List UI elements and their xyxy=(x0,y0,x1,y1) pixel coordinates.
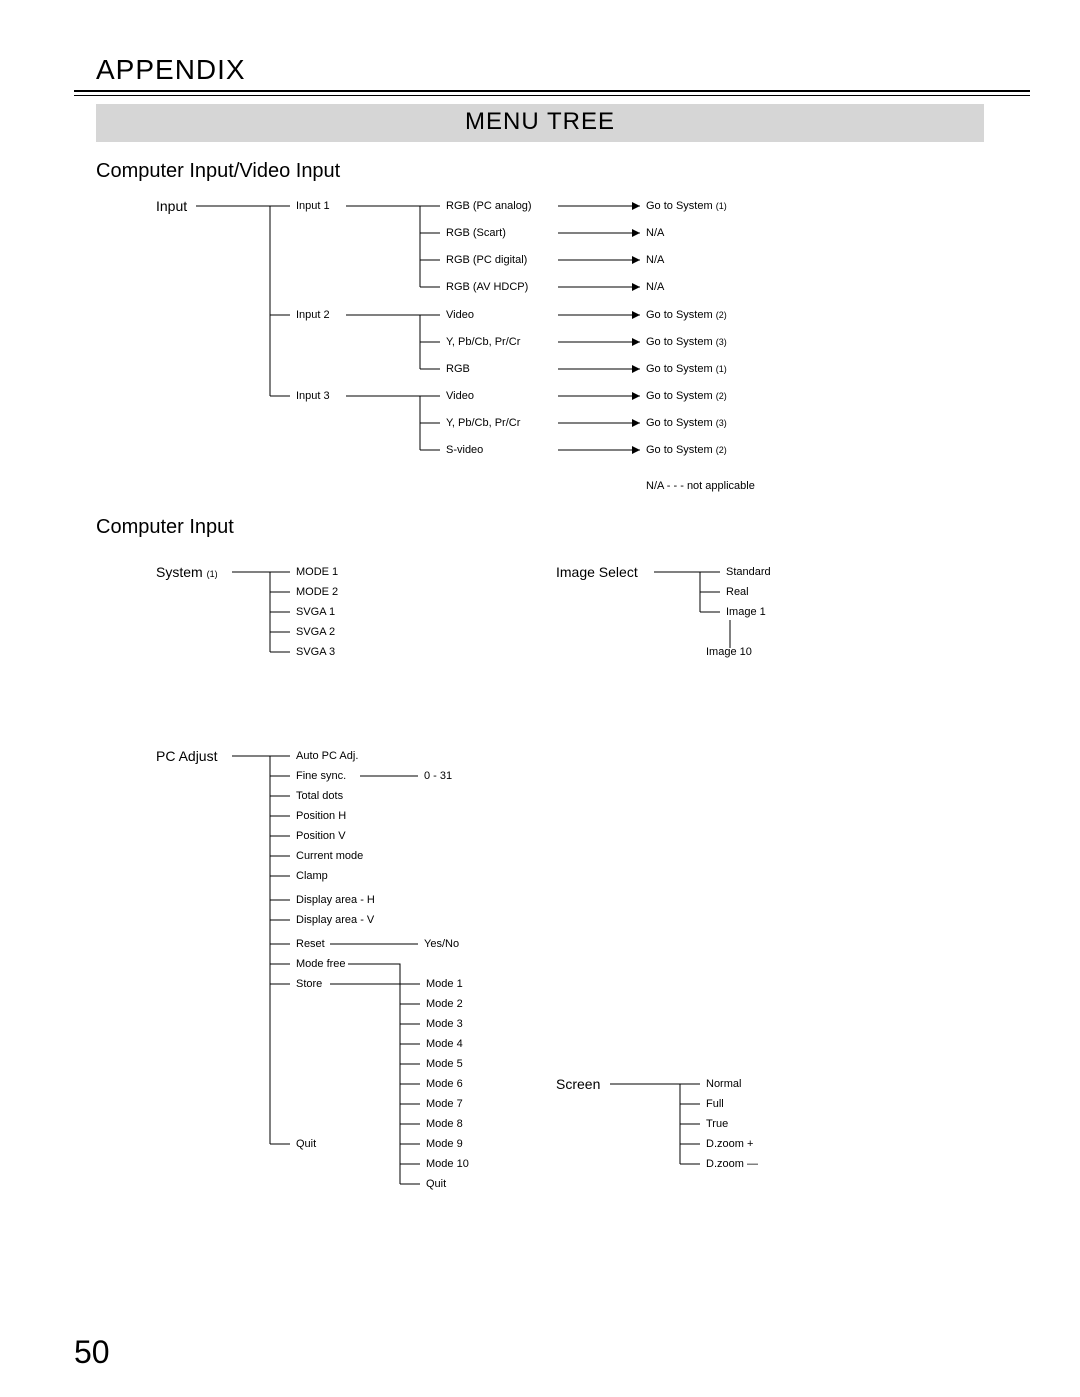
pcadj-store: Store xyxy=(296,978,322,990)
pcadj-clamp: Clamp xyxy=(296,870,328,882)
pcadj-modefree: Mode free xyxy=(296,958,346,970)
input1-rgb-scart: RGB (Scart) xyxy=(446,227,506,239)
store-quit: Quit xyxy=(426,1178,446,1190)
system-svga1: SVGA 1 xyxy=(296,606,335,618)
imgsel-image1: Image 1 xyxy=(726,606,766,618)
pcadj-reset: Reset xyxy=(296,938,325,950)
input2-r-b: Go to System (3) xyxy=(646,336,727,348)
input-root: Input xyxy=(156,198,187,214)
input-1: Input 1 xyxy=(296,200,330,212)
pcadj-finesync-val: 0 - 31 xyxy=(424,770,452,782)
system-svga3: SVGA 3 xyxy=(296,646,335,658)
pcadj-posh: Position H xyxy=(296,810,346,822)
screen-true: True xyxy=(706,1118,728,1130)
input3-ypbcb: Y, Pb/Cb, Pr/Cr xyxy=(446,417,520,429)
input1-rgb-av-hdcp: RGB (AV HDCP) xyxy=(446,281,528,293)
pcadj-quit-outer: Quit xyxy=(296,1138,316,1150)
na-note: N/A - - - not applicable xyxy=(646,480,755,492)
input1-rgb-pc-digital: RGB (PC digital) xyxy=(446,254,527,266)
pcadj-reset-val: Yes/No xyxy=(424,938,459,950)
input3-r-c: Go to System (2) xyxy=(646,444,727,456)
system-mode1: MODE 1 xyxy=(296,566,338,578)
input1-r-d: N/A xyxy=(646,281,664,293)
store-mode1: Mode 1 xyxy=(426,978,463,990)
pcadj-dah: Display area - H xyxy=(296,894,375,906)
imgsel-real: Real xyxy=(726,586,749,598)
input-2: Input 2 xyxy=(296,309,330,321)
system-root: System (1) xyxy=(156,564,218,580)
store-mode7: Mode 7 xyxy=(426,1098,463,1110)
screen-root: Screen xyxy=(556,1076,600,1092)
input3-r-a: Go to System (2) xyxy=(646,390,727,402)
pcadj-dav: Display area - V xyxy=(296,914,374,926)
page: APPENDIX MENU TREE Computer Input/Video … xyxy=(0,0,1080,1397)
pc-adjust-root: PC Adjust xyxy=(156,748,217,764)
store-mode4: Mode 4 xyxy=(426,1038,463,1050)
input1-rgb-pc-analog: RGB (PC analog) xyxy=(446,200,532,212)
input1-r-a: Go to System (1) xyxy=(646,200,727,212)
pcadj-curmode: Current mode xyxy=(296,850,363,862)
pcadj-posv: Position V xyxy=(296,830,346,842)
input3-r-b: Go to System (3) xyxy=(646,417,727,429)
store-mode2: Mode 2 xyxy=(426,998,463,1010)
store-mode6: Mode 6 xyxy=(426,1078,463,1090)
input2-ypbcb: Y, Pb/Cb, Pr/Cr xyxy=(446,336,520,348)
screen-dzoom-plus: D.zoom + xyxy=(706,1138,753,1150)
store-mode8: Mode 8 xyxy=(426,1118,463,1130)
system-svga2: SVGA 2 xyxy=(296,626,335,638)
input2-video: Video xyxy=(446,309,474,321)
store-mode5: Mode 5 xyxy=(426,1058,463,1070)
screen-full: Full xyxy=(706,1098,724,1110)
image-select-root: Image Select xyxy=(556,564,638,580)
screen-normal: Normal xyxy=(706,1078,741,1090)
input2-rgb: RGB xyxy=(446,363,470,375)
system-mode2: MODE 2 xyxy=(296,586,338,598)
page-number: 50 xyxy=(74,1334,110,1371)
store-mode10: Mode 10 xyxy=(426,1158,469,1170)
imgsel-standard: Standard xyxy=(726,566,771,578)
pcadj-auto: Auto PC Adj. xyxy=(296,750,358,762)
lower-trees-lines xyxy=(0,500,1080,1200)
input-tree-lines xyxy=(0,0,1080,500)
imgsel-image10: Image 10 xyxy=(706,646,752,658)
input2-r-a: Go to System (2) xyxy=(646,309,727,321)
pcadj-finesync: Fine sync. xyxy=(296,770,346,782)
input-3: Input 3 xyxy=(296,390,330,402)
pcadj-totaldots: Total dots xyxy=(296,790,343,802)
input3-video: Video xyxy=(446,390,474,402)
input2-r-c: Go to System (1) xyxy=(646,363,727,375)
input1-r-b: N/A xyxy=(646,227,664,239)
store-mode9: Mode 9 xyxy=(426,1138,463,1150)
input3-svideo: S-video xyxy=(446,444,483,456)
input1-r-c: N/A xyxy=(646,254,664,266)
store-mode3: Mode 3 xyxy=(426,1018,463,1030)
screen-dzoom-minus: D.zoom — xyxy=(706,1158,758,1170)
